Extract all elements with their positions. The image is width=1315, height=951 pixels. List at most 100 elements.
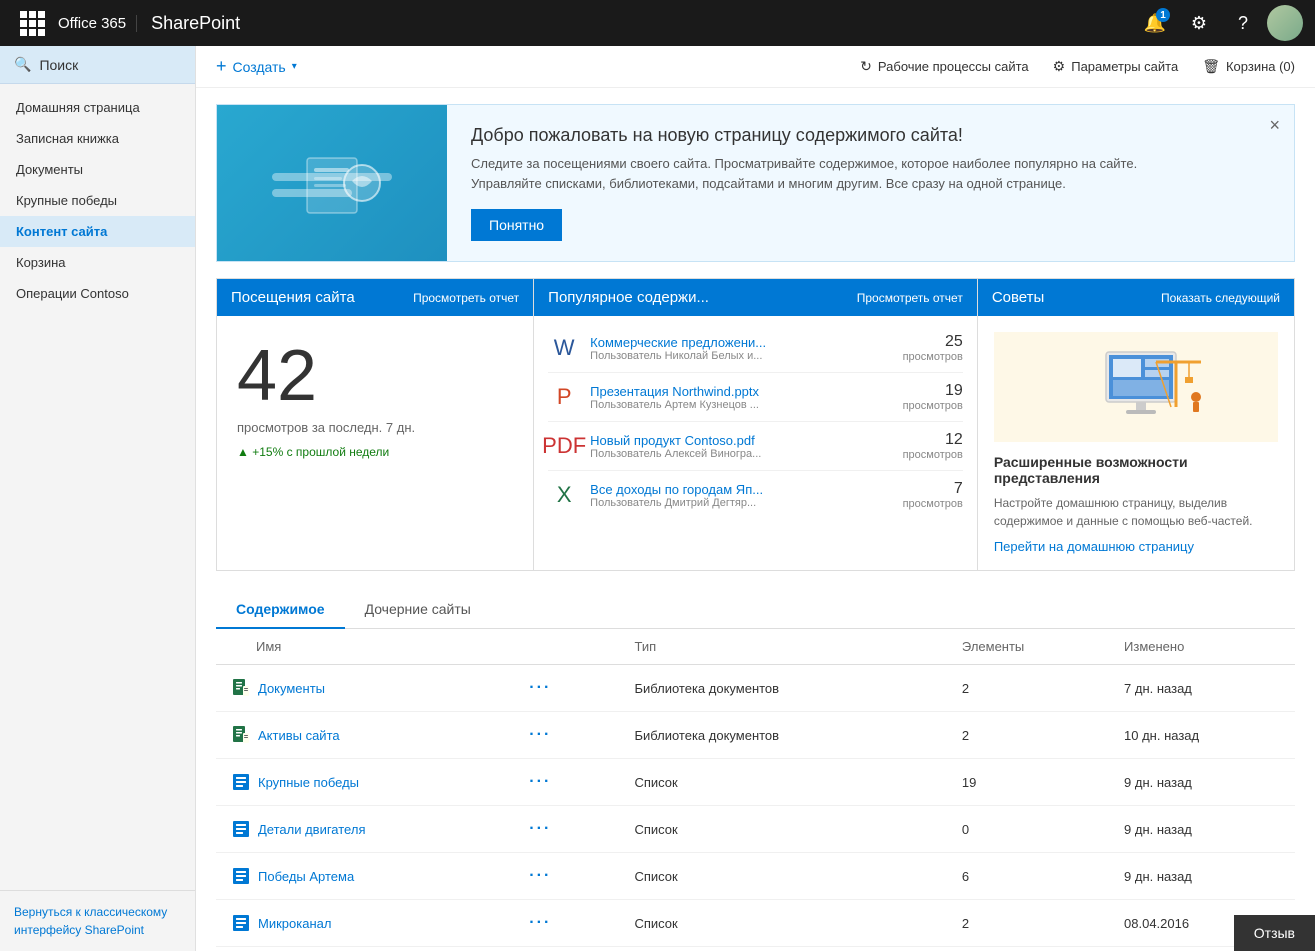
popular-item: PDF Новый продукт Contoso.pdf Пользовате… [548, 422, 963, 471]
item-link[interactable]: Детали двигателя [258, 822, 366, 837]
row-modified: 9 дн. назад [1110, 853, 1295, 900]
row-type-icon [230, 818, 252, 840]
office-label: Office 365 [52, 15, 137, 32]
create-button[interactable]: + Создать ▾ [216, 56, 297, 77]
ellipsis-button[interactable]: ··· [523, 677, 557, 698]
row-items: 2 [948, 712, 1110, 759]
popular-item-name[interactable]: Все доходы по городам Яп... [590, 482, 892, 497]
popular-item-info: Презентация Northwind.pptx Пользователь … [590, 384, 892, 411]
sidebar-item-victories[interactable]: Крупные победы [0, 185, 195, 216]
item-link[interactable]: Микроканал [258, 916, 331, 931]
ellipsis-button[interactable]: ··· [523, 771, 557, 792]
tips-homepage-link[interactable]: Перейти на домашнюю страницу [994, 539, 1194, 554]
sidebar-item-documents[interactable]: Документы [0, 154, 195, 185]
visits-report-link[interactable]: Просмотреть отчет [413, 291, 519, 305]
classic-mode-link[interactable]: Вернуться к классическому интерфейсу Sha… [14, 905, 167, 937]
popular-item-count: 19 просмотров [903, 382, 963, 412]
popular-item-name[interactable]: Новый продукт Contoso.pdf [590, 433, 892, 448]
popular-item-user: Пользователь Артем Кузнецов ... [590, 399, 892, 411]
row-modified: 9 дн. назад [1110, 806, 1295, 853]
row-items: 2 [948, 665, 1110, 712]
tips-card-body: Расширенные возможности представления На… [978, 316, 1294, 570]
row-type: Список [620, 806, 947, 853]
tips-card: Советы Показать следующий [978, 278, 1295, 571]
popular-count-num: 7 [903, 480, 963, 498]
sidebar-nav: Домашняя страница Записная книжка Докуме… [0, 84, 195, 309]
popular-item-name[interactable]: Презентация Northwind.pptx [590, 384, 892, 399]
popular-card-header: Популярное содержи... Просмотреть отчет [534, 279, 977, 316]
help-button[interactable]: ? [1223, 3, 1263, 43]
tips-desc: Настройте домашнюю страницу, выделив сод… [994, 494, 1278, 530]
row-ellipsis-cell: ··· [509, 759, 620, 806]
site-settings-link[interactable]: ⚙ Параметры сайта [1053, 58, 1179, 75]
welcome-close-button[interactable]: × [1269, 115, 1280, 136]
sidebar-item-home[interactable]: Домашняя страница [0, 92, 195, 123]
content-section: Содержимое Дочерние сайты Имя Тип Элемен… [216, 591, 1295, 951]
row-type-icon [230, 724, 252, 746]
row-items: 2 [948, 900, 1110, 947]
welcome-desc: Следите за посещениями своего сайта. Про… [471, 154, 1270, 193]
row-type-icon [230, 677, 252, 699]
ellipsis-button[interactable]: ··· [523, 912, 557, 933]
sidebar-item-notebook[interactable]: Записная книжка [0, 123, 195, 154]
search-box[interactable]: 🔍 Поиск [0, 46, 195, 84]
sidebar-item-recycle[interactable]: Корзина [0, 247, 195, 278]
item-link[interactable]: Документы [258, 681, 325, 696]
avatar[interactable] [1267, 5, 1303, 41]
recycle-bin-label: Корзина (0) [1226, 59, 1295, 74]
popular-report-link[interactable]: Просмотреть отчет [857, 291, 963, 305]
popular-card-body: W Коммерческие предложени... Пользовател… [534, 316, 977, 527]
popular-item-name[interactable]: Коммерческие предложени... [590, 335, 892, 350]
col-name: Имя [216, 629, 509, 665]
pdf-icon: PDF [548, 430, 580, 462]
popular-item-info: Все доходы по городам Яп... Пользователь… [590, 482, 892, 509]
sidebar-item-site-content[interactable]: Контент сайта [0, 216, 195, 247]
ppt-icon: P [548, 381, 580, 413]
show-next-button[interactable]: Показать следующий [1161, 291, 1280, 305]
row-type-icon [230, 771, 252, 793]
ellipsis-button[interactable]: ··· [523, 818, 557, 839]
notification-button[interactable]: 🔔 1 [1135, 3, 1175, 43]
row-type: Библиотека вики-страниц [620, 947, 947, 951]
feedback-button[interactable]: Отзыв [1234, 915, 1315, 951]
table-row: Страницы сайта ··· Библиотека вики-стран… [216, 947, 1295, 951]
settings-button[interactable]: ⚙ [1179, 3, 1219, 43]
tab-content[interactable]: Содержимое [216, 591, 345, 629]
tab-subsites[interactable]: Дочерние сайты [345, 591, 491, 629]
stats-row: Посещения сайта Просмотреть отчет 42 про… [216, 278, 1295, 571]
recycle-bin-link[interactable]: 🗑 Корзина (0) [1202, 58, 1295, 75]
popular-item: P Презентация Northwind.pptx Пользовател… [548, 373, 963, 422]
row-modified: 9 дн. назад [1110, 759, 1295, 806]
row-name-cell: Крупные победы [216, 759, 509, 806]
ellipsis-button[interactable]: ··· [523, 865, 557, 886]
popular-count-num: 19 [903, 382, 963, 400]
row-type: Список [620, 900, 947, 947]
welcome-ok-button[interactable]: Понятно [471, 209, 562, 241]
table-row: Победы Артема ··· Список 6 9 дн. назад [216, 853, 1295, 900]
item-link[interactable]: Победы Артема [258, 869, 354, 884]
waffle-icon[interactable] [12, 11, 52, 36]
item-link[interactable]: Активы сайта [258, 728, 340, 743]
welcome-title: Добро пожаловать на новую страницу содер… [471, 125, 1270, 146]
row-type: Список [620, 759, 947, 806]
popular-item-user: Пользователь Дмитрий Дегтяр... [590, 497, 892, 509]
col-actions [509, 629, 620, 665]
sidebar-item-contoso[interactable]: Операции Contoso [0, 278, 195, 309]
visits-trend: ▲ +15% с прошлой недели [237, 445, 513, 459]
row-ellipsis-cell: ··· [509, 806, 620, 853]
row-ellipsis-cell: ··· [509, 900, 620, 947]
sidebar: 🔍 Поиск Домашняя страница Записная книжк… [0, 46, 196, 951]
row-type: Список [620, 853, 947, 900]
ellipsis-button[interactable]: ··· [523, 724, 557, 745]
popular-item-info: Новый продукт Contoso.pdf Пользователь А… [590, 433, 892, 460]
site-workflows-link[interactable]: ↻ Рабочие процессы сайта [860, 58, 1029, 75]
row-type: Библиотека документов [620, 712, 947, 759]
tips-card-title: Советы [992, 289, 1044, 306]
item-link[interactable]: Крупные победы [258, 775, 359, 790]
popular-item-user: Пользователь Алексей Виногра... [590, 448, 892, 460]
popular-count-num: 12 [903, 431, 963, 449]
help-icon: ? [1238, 13, 1248, 34]
row-name-cell: Победы Артема [216, 853, 509, 900]
row-items: 2 [948, 947, 1110, 951]
nav-icons: 🔔 1 ⚙ ? [1135, 3, 1303, 43]
